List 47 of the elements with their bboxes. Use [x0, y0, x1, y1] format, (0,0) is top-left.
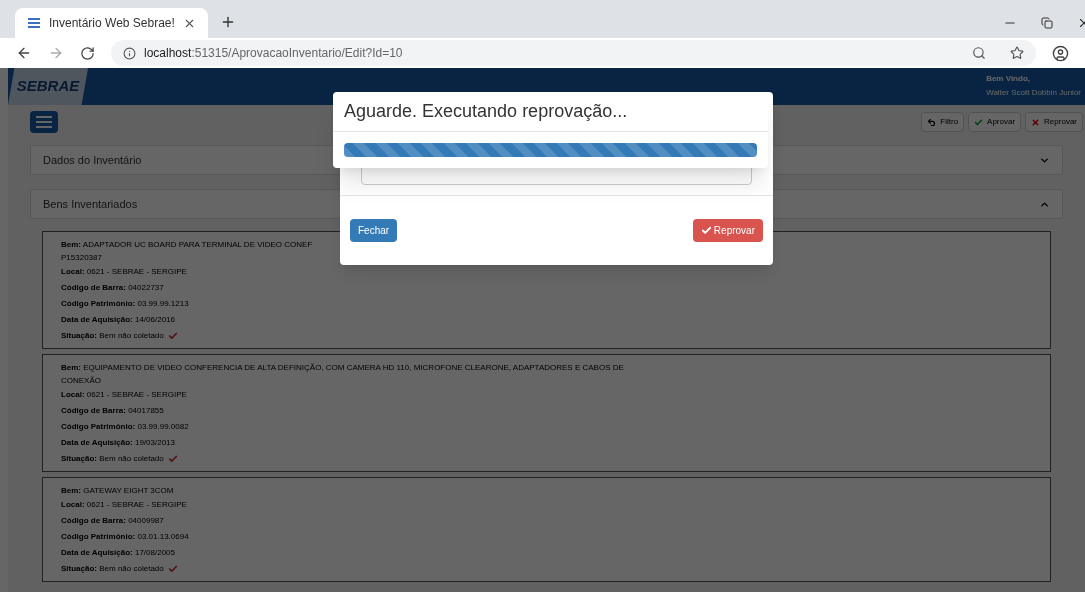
reload-icon[interactable] — [80, 45, 95, 61]
tab-title: Inventário Web Sebrae! — [49, 15, 175, 32]
back-icon[interactable] — [16, 45, 32, 61]
field-text: Código de Barra: 04022737 — [61, 282, 164, 294]
menu-button[interactable] — [30, 111, 58, 133]
field-text: Local: 0621 - SEBRAE - SERGIPE — [61, 266, 187, 278]
field-text: Código de Barra: 04009987 — [61, 515, 164, 527]
url-field[interactable]: localhost:51315/AprovacaoInventario/Edit?Id=10 — [111, 40, 1036, 66]
field-text: Local: 0621 - SEBRAE - SERGIPE — [61, 499, 187, 511]
restore-icon[interactable] — [1041, 17, 1053, 29]
logo-text: SEBRAE — [16, 76, 80, 97]
user-name: Walter Scott Dobbin Junior — [986, 87, 1081, 99]
item-description: Bem: EQUIPAMENTO DE VIDEO CONFERENCIA DE ALTA DEFINIÇÃO, COM CAMERA HD 110, MICROFONE CLEARONE, ADAPTADORES E CABOS DE CONEXÃO — [61, 362, 625, 387]
field-text: Situação: Bem não coletado — [61, 330, 164, 342]
field-text: Situação: Bem não coletado — [61, 453, 164, 465]
field-text: Código Patrimônio: 03.99.99.1213 — [61, 298, 189, 310]
check-icon — [700, 225, 712, 236]
field-text: Data de Aquisição: 17/08/2005 — [61, 547, 175, 559]
toolbar-button[interactable]: Reprovar — [1025, 112, 1083, 132]
new-tab-icon[interactable] — [220, 14, 236, 30]
field-text: Código de Barra: 04017855 — [61, 405, 164, 417]
cross-icon — [1031, 117, 1041, 127]
url-text: localhost:51315/AprovacaoInventario/Edit?Id=10 — [144, 45, 404, 62]
field-text: Local: 0621 - SEBRAE - SERGIPE — [61, 389, 187, 401]
check-icon — [974, 117, 984, 127]
browser-tab[interactable]: Inventário Web Sebrae! — [15, 8, 208, 38]
field-text: Código Patrimônio: 03.01.13.0694 — [61, 531, 189, 543]
field-text: Data de Aquisição: 14/06/2016 — [61, 314, 175, 326]
toolbar-button[interactable]: Filtro — [921, 112, 965, 132]
check-icon — [167, 331, 178, 341]
welcome-text: Bem Vindo, — [986, 73, 1031, 85]
star-icon[interactable] — [1010, 46, 1024, 60]
check-icon — [167, 454, 178, 464]
account-icon[interactable] — [1052, 44, 1069, 62]
zoom-icon[interactable] — [972, 46, 986, 60]
reject-button[interactable]: Reprovar — [692, 219, 763, 242]
field-text: Código Patrimônio: 03.99.99.0082 — [61, 421, 189, 433]
info-icon — [123, 46, 136, 60]
item-description: Bem: ADAPTADOR UC BOARD PARA TERMINAL DE VIDEO CONEF P15320387 — [61, 239, 314, 264]
toolbar-button[interactable]: Aprovar — [968, 112, 1022, 132]
close-button[interactable]: Fechar — [350, 219, 398, 242]
field-text: Situação: Bem não coletado — [61, 563, 164, 575]
dialog-title: Aguarde. Executando reprovação... — [333, 92, 768, 132]
check-icon — [167, 564, 178, 574]
reply-arrow-icon — [927, 117, 937, 127]
field-text: Data de Aquisição: 19/03/2013 — [61, 437, 175, 449]
item-description: Bem: GATEWAY EIGHT 3COM — [61, 485, 175, 497]
